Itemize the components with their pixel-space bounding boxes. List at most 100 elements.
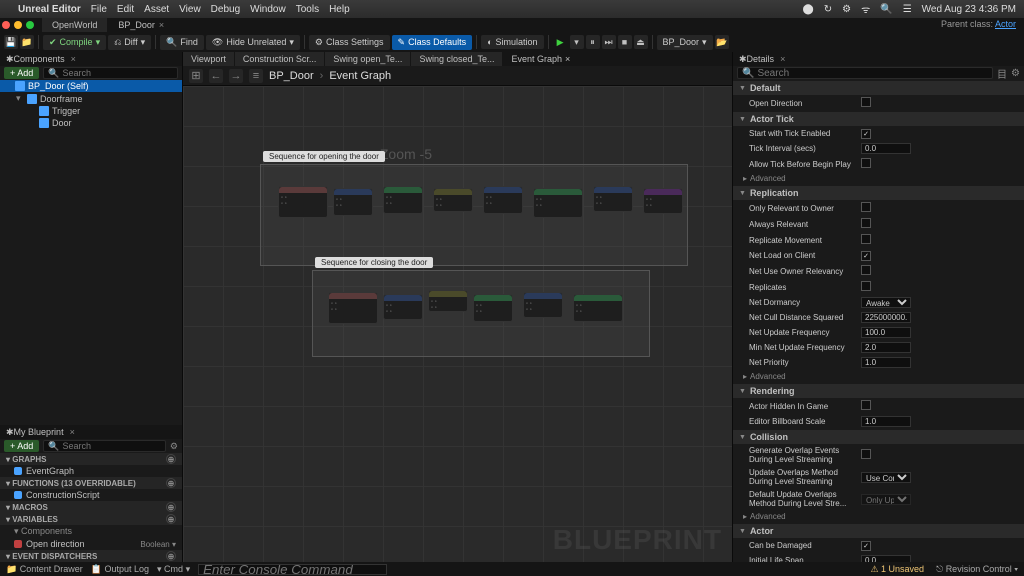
graph-list-icon[interactable]: ≡ [249,69,263,83]
editor-tab[interactable]: Swing open_Te... [325,52,410,66]
myblueprint-search[interactable]: 🔍 Search [43,440,166,452]
menu-view[interactable]: View [179,4,201,15]
components-panel-header[interactable]: ✱ Components× [0,52,182,66]
checkbox[interactable] [861,158,871,168]
simulation-button[interactable]: ◐ Simulation [481,35,543,49]
details-section-header[interactable]: ▼Default [733,80,1024,95]
search-icon[interactable]: 🔍 [880,4,892,15]
details-panel-header[interactable]: ✱ Details× [733,52,1024,66]
details-section-header[interactable]: ▼Rendering [733,383,1024,398]
skip-icon[interactable]: ⏭ [602,35,616,49]
clock[interactable]: Wed Aug 23 4:36 PM [922,4,1016,15]
checkbox[interactable] [861,202,871,212]
menu-asset[interactable]: Asset [144,4,169,15]
graph-node[interactable]: ◦ ◦◦ ◦ [573,294,623,322]
nav-back-icon[interactable]: ← [209,69,223,83]
component-item[interactable]: Door [0,117,182,129]
group-header[interactable]: ▾ MACROS⊕ [0,501,182,513]
checkbox[interactable] [861,218,871,228]
graph-node[interactable]: ◦ ◦◦ ◦ [328,292,378,324]
checkbox[interactable] [861,251,871,261]
details-section-header[interactable]: ▼Actor Tick [733,111,1024,126]
property-input[interactable] [861,342,911,353]
tab-level[interactable]: OpenWorld [42,18,107,32]
graph-node[interactable]: ◦ ◦◦ ◦ [533,188,583,218]
unsaved-indicator[interactable]: ⚠ 1 Unsaved [870,564,924,575]
details-search[interactable]: 🔍 Search [737,67,993,79]
browse-icon[interactable]: 📁 [20,35,34,49]
component-item[interactable]: Trigger [0,105,182,117]
traffic-lights[interactable] [2,21,34,29]
nav-forward-icon[interactable]: → [229,69,243,83]
graph-node[interactable]: ◦ ◦◦ ◦ [643,188,683,214]
close-icon[interactable]: × [565,54,570,64]
advanced-toggle[interactable]: ▸ Advanced [733,510,1024,523]
add-icon[interactable]: ⊕ [166,502,176,512]
add-icon[interactable]: ⊕ [166,514,176,524]
breadcrumb-graph[interactable]: Event Graph [329,70,391,82]
content-drawer-button[interactable]: 📁 Content Drawer [6,564,83,575]
add-blueprint-button[interactable]: + Add [4,440,39,452]
graph-node[interactable]: ◦ ◦◦ ◦ [593,186,633,212]
tab-blueprint[interactable]: BP_Door× [108,18,174,32]
hide-unrelated-button[interactable]: 👁 Hide Unrelated ▾ [206,35,300,50]
graph-node[interactable]: ◦ ◦◦ ◦ [333,188,373,216]
menu-tools[interactable]: Tools [296,4,319,15]
breadcrumb-asset[interactable]: BP_Door [269,70,314,82]
advanced-toggle[interactable]: ▸ Advanced [733,370,1024,383]
pause-icon[interactable]: ⏸ [586,35,600,49]
sync-icon[interactable]: ↻ [824,4,832,15]
checkbox[interactable] [861,400,871,410]
checkbox[interactable] [861,281,871,291]
settings-icon[interactable]: ⚙ [842,4,851,15]
checkbox[interactable] [861,234,871,244]
graph-node[interactable]: ◦ ◦◦ ◦ [523,292,563,318]
control-center-icon[interactable]: ☰ [903,4,912,15]
details-section-header[interactable]: ▼Replication [733,185,1024,200]
graph-icon[interactable]: ⊞ [189,69,203,83]
graph-node[interactable]: ◦ ◦◦ ◦ [473,294,513,322]
folder-icon[interactable]: 📂 [715,35,729,49]
gear-icon[interactable]: ⚙ [1011,68,1020,79]
close-icon[interactable]: × [71,54,76,64]
class-settings-button[interactable]: ⚙ Class Settings [309,35,390,50]
add-component-button[interactable]: + Add [4,67,39,79]
property-select[interactable]: Awake [861,297,911,308]
editor-tab[interactable]: Swing closed_Te... [411,52,502,66]
property-select[interactable]: Use Config Default [861,472,911,483]
myblueprint-panel-header[interactable]: ✱ My Blueprint× [0,425,182,439]
blueprint-item[interactable]: ConstructionScript [0,489,182,501]
checkbox[interactable] [861,97,871,107]
graph-node[interactable]: ◦ ◦◦ ◦ [383,186,423,214]
status-icon[interactable]: ⬤ [803,4,814,15]
close-window-icon[interactable] [2,21,10,29]
components-search[interactable]: 🔍 Search [43,67,178,79]
bp-dropdown[interactable]: BP_Door ▾ [657,35,713,50]
zoom-window-icon[interactable] [26,21,34,29]
add-icon[interactable]: ⊕ [166,551,176,561]
output-log-button[interactable]: 📋 Output Log [91,564,149,575]
group-header[interactable]: ▾ GRAPHS⊕ [0,453,182,465]
property-input[interactable] [861,327,911,338]
group-header[interactable]: ▾ EVENT DISPATCHERS⊕ [0,550,182,562]
group-header[interactable]: ▾ VARIABLES⊕ [0,513,182,525]
menu-debug[interactable]: Debug [211,4,240,15]
gear-icon[interactable]: ⚙ [170,441,178,452]
details-section-header[interactable]: ▼Actor [733,523,1024,538]
checkbox[interactable] [861,129,871,139]
compile-button[interactable]: ✔ Compile ▾ [43,35,106,50]
filter-icon[interactable]: 目 [997,66,1007,81]
property-input[interactable] [861,312,911,323]
menu-window[interactable]: Window [250,4,286,15]
play-options-icon[interactable]: ▾ [570,35,584,49]
find-button[interactable]: 🔍 Find [160,35,204,50]
group-header[interactable]: ▾ FUNCTIONS (13 OVERRIDABLE)⊕ [0,477,182,489]
revision-control-button[interactable]: ⎋ Revision Control ▾ [936,564,1018,575]
editor-tab[interactable]: Viewport [183,52,234,66]
console-input[interactable] [198,564,387,575]
component-item[interactable]: ▾Doorframe [0,92,182,105]
graph-node[interactable]: ◦ ◦◦ ◦ [428,290,468,312]
graph-canvas[interactable]: Zoom -5 Sequence for opening the doorSeq… [183,86,732,562]
property-input[interactable] [861,416,911,427]
blueprint-item[interactable]: Open directionBoolean ▾ [0,538,182,550]
